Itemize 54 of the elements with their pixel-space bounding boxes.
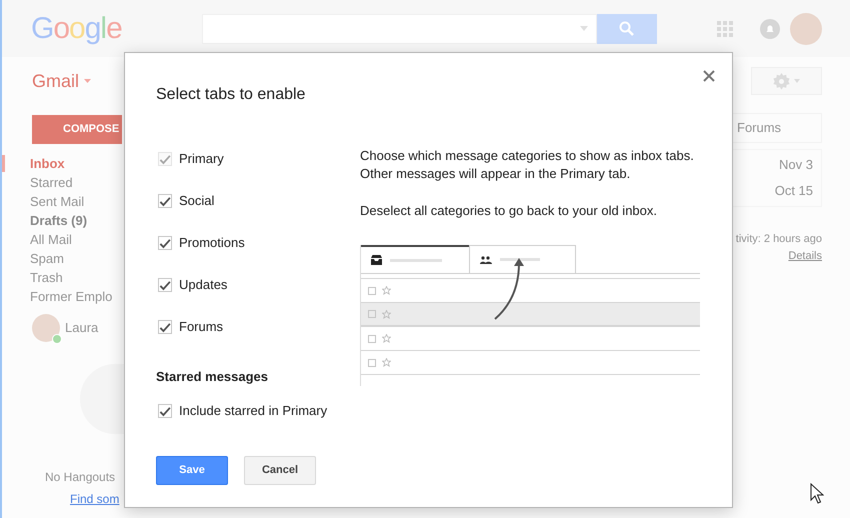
settings-button[interactable] [751, 67, 822, 95]
sidebar-item[interactable]: Former Emplo [30, 286, 112, 306]
empty-hangouts-text: No Hangouts [45, 469, 116, 486]
checkmark-icon [159, 406, 171, 416]
description-text: Deselect all categories to go back to your old inbox. [360, 202, 658, 220]
find-link[interactable]: Find som [70, 490, 124, 508]
sidebar-item[interactable]: Spam [30, 248, 64, 268]
save-button[interactable]: Save [156, 456, 228, 485]
apps-grid-icon[interactable] [716, 20, 733, 36]
logo: Google [31, 14, 122, 44]
contact-name[interactable]: Laura [65, 318, 98, 338]
checkbox-label: Social [179, 192, 214, 210]
description-text: Choose which message categories to show as inbox tabs. Other messages will appear in the Primary tab. [360, 147, 695, 183]
contact-avatar [32, 314, 60, 342]
avatar[interactable] [790, 12, 822, 44]
checkmark-icon [159, 322, 171, 332]
search-button[interactable] [596, 14, 657, 44]
settings-icon [773, 72, 790, 90]
notification-icon[interactable] [760, 18, 780, 38]
checkmark-icon [159, 196, 171, 206]
sidebar-item[interactable]: Sent Mail [30, 192, 84, 212]
message-date: Oct 15 [774, 182, 813, 200]
sidebar-item[interactable]: Trash [30, 268, 63, 288]
details-link[interactable]: Details [788, 248, 822, 264]
sidebar-item[interactable]: Inbox [30, 154, 65, 174]
checkbox-label: Primary [179, 150, 224, 168]
checkbox[interactable] [158, 194, 172, 208]
cancel-button[interactable]: Cancel [244, 456, 316, 485]
caret-icon [580, 26, 588, 31]
search-field[interactable] [202, 14, 597, 44]
sidebar-item[interactable]: All Mail [30, 230, 72, 250]
sidebar-item[interactable]: Starred [30, 172, 73, 192]
caret-icon [84, 79, 92, 83]
checkbox[interactable] [158, 236, 172, 250]
activity-text: tivity: 2 hours ago [736, 232, 822, 247]
checkbox-label: Forums [179, 318, 224, 336]
checkmark-icon [159, 154, 171, 164]
dialog-title: Select tabs to enable [156, 85, 306, 105]
sidebar-item[interactable]: Drafts (9) [30, 210, 88, 230]
app-switcher[interactable]: Gmail [32, 68, 92, 94]
mouse-cursor-icon [810, 483, 824, 504]
checkbox-label: Updates [179, 276, 228, 294]
checkbox[interactable] [158, 278, 172, 292]
checkbox[interactable] [158, 320, 172, 334]
checkmark-icon [159, 238, 171, 248]
checkmark-icon [159, 280, 171, 290]
checkbox-label: Promotions [179, 234, 245, 252]
search-icon [618, 20, 635, 36]
close-icon [703, 70, 715, 82]
compose-button[interactable]: COMPOSE [32, 115, 122, 144]
message-date: Nov 3 [779, 156, 813, 174]
section-heading: Starred messages [156, 368, 270, 386]
checkbox[interactable] [158, 404, 172, 418]
checkbox-label: Include starred in Primary [179, 402, 328, 420]
